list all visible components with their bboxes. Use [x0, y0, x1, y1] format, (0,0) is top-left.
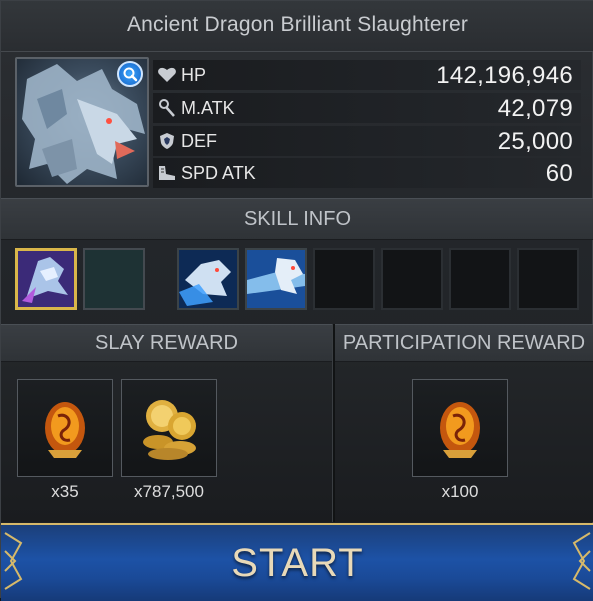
magnifier-icon	[123, 67, 138, 82]
skill-slot-6[interactable]	[381, 248, 443, 310]
dragon-roar-skill-icon	[247, 250, 305, 308]
start-button[interactable]: START	[1, 523, 593, 601]
slay-reward-title: SLAY REWARD	[95, 332, 238, 354]
boss-info-panel: Ancient Dragon Brilliant Slaughterer HP …	[0, 0, 593, 601]
right-ornament-icon	[572, 532, 591, 590]
staff-icon	[159, 99, 175, 117]
skill-slot-3[interactable]	[177, 248, 239, 310]
shield-icon	[160, 133, 174, 149]
stat-value: 142,196,946	[436, 62, 573, 89]
slay-reward-qty-2: x787,500	[134, 482, 204, 501]
title-bar: Ancient Dragon Brilliant Slaughterer	[1, 1, 593, 52]
skill-slot-8[interactable]	[517, 248, 579, 310]
skill-info-header: SKILL INFO	[1, 198, 593, 240]
boot-icon	[159, 166, 175, 180]
stat-value: 42,079	[497, 95, 573, 122]
gold-coins-icon	[143, 400, 196, 460]
fire-egg-icon	[440, 402, 480, 458]
slay-reward-item-1[interactable]	[17, 379, 113, 477]
fire-egg-icon	[45, 402, 85, 458]
stat-label: HP	[181, 65, 207, 85]
stat-value: 60	[545, 160, 573, 187]
participation-reward-qty-1: x100	[441, 482, 479, 501]
participation-reward-item-1[interactable]	[412, 379, 508, 477]
stat-label: SPD ATK	[181, 163, 256, 183]
skill-slot-5[interactable]	[313, 248, 375, 310]
participation-reward-header: PARTICIPATION REWARD	[334, 324, 593, 362]
start-label: START	[231, 541, 364, 585]
stat-value: 25,000	[497, 128, 573, 155]
boss-name: Ancient Dragon Brilliant Slaughterer	[126, 13, 469, 36]
slay-reward-header: SLAY REWARD	[1, 324, 332, 362]
stat-label: DEF	[181, 131, 217, 151]
skill-slot-7[interactable]	[449, 248, 511, 310]
dragon-breath-skill-icon	[179, 250, 237, 308]
stat-row-def: DEF 25,000	[153, 126, 581, 156]
participation-reward-title: PARTICIPATION REWARD	[342, 332, 586, 354]
skill-info-title: SKILL INFO	[243, 208, 352, 230]
skill-slot-1[interactable]	[15, 248, 77, 310]
stat-label: M.ATK	[181, 98, 235, 118]
skill-slot-4[interactable]	[245, 248, 307, 310]
slay-reward-qty-1: x35	[51, 482, 79, 501]
stat-row-spd: SPD ATK 60	[153, 158, 581, 188]
zoom-button[interactable]	[117, 61, 143, 87]
stat-row-hp: HP 142,196,946	[153, 60, 581, 90]
left-ornament-icon	[4, 532, 23, 590]
slay-reward-item-2[interactable]	[121, 379, 217, 477]
skill-slot-2[interactable]	[83, 248, 145, 310]
reward-divider	[332, 324, 335, 522]
stat-row-matk: M.ATK 42,079	[153, 93, 581, 123]
heart-icon	[158, 67, 176, 82]
dragon-skill-icon	[18, 251, 74, 307]
